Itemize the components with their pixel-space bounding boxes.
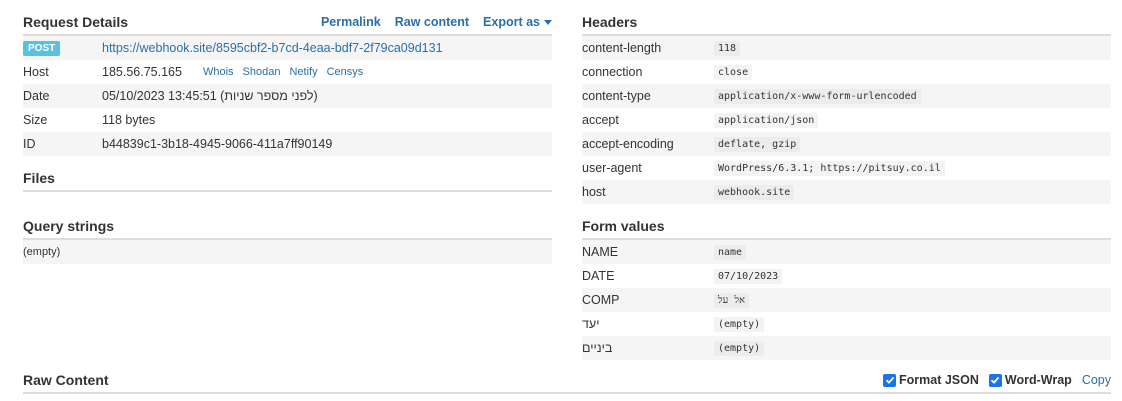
header-row: content-length 118 xyxy=(582,36,1111,60)
date-row: Date 05/10/2023 13:45:51 (לפני מספר שניו… xyxy=(23,84,552,108)
header-key: accept-encoding xyxy=(582,137,674,151)
headers-header: Headers xyxy=(582,10,1111,36)
query-strings-title: Query strings xyxy=(23,218,115,234)
date-value: 05/10/2023 13:45:51 (לפני מספר שניות) xyxy=(102,89,318,103)
method-cell: POST xyxy=(23,40,102,56)
header-value: application/x-www-form-urlencoded xyxy=(714,88,921,104)
host-value: 185.56.75.165 xyxy=(102,65,182,79)
id-value: b44839c1-3b18-4945-9066-411a7ff90149 xyxy=(102,137,333,151)
header-row: accept application/json xyxy=(582,108,1111,132)
header-key: content-length xyxy=(582,41,662,55)
netify-link[interactable]: Netify xyxy=(289,66,317,78)
format-json-label: Format JSON xyxy=(899,373,979,387)
query-strings-empty: (empty) xyxy=(23,240,552,264)
files-title: Files xyxy=(23,170,55,186)
request-details-header: Request Details Permalink Raw content Ex… xyxy=(23,10,552,36)
raw-content-controls: Format JSON Word-Wrap Copy xyxy=(883,373,1111,387)
host-label: Host xyxy=(23,65,49,79)
header-key: connection xyxy=(582,65,643,79)
form-value-value: name xyxy=(714,244,747,260)
request-details-title: Request Details xyxy=(23,14,129,30)
query-strings-header: Query strings xyxy=(23,214,552,240)
request-actions: Permalink Raw content Export as xyxy=(321,15,552,29)
chevron-down-icon xyxy=(544,20,552,26)
header-key: content-type xyxy=(582,89,651,103)
header-key: user-agent xyxy=(582,161,642,175)
form-value-key: NAME xyxy=(582,245,619,259)
form-value-key: COMP xyxy=(582,293,620,307)
export-as-dropdown[interactable]: Export as xyxy=(483,15,552,29)
header-row: host webhook.site xyxy=(582,180,1111,204)
checkbox-checked-icon[interactable] xyxy=(988,373,1002,387)
header-key: host xyxy=(582,185,606,199)
header-value: close xyxy=(714,64,753,80)
header-value: deflate, gzip xyxy=(714,136,801,152)
id-row: ID b44839c1-3b18-4945-9066-411a7ff90149 xyxy=(23,132,552,156)
form-value-row: ביניים (empty) xyxy=(582,336,1111,360)
form-value-value: 07/10/2023 xyxy=(714,268,783,284)
url-row: POST https://webhook.site/8595cbf2-b7cd-… xyxy=(23,36,552,60)
headers-title: Headers xyxy=(582,14,638,30)
left-panel: Request Details Permalink Raw content Ex… xyxy=(23,10,552,264)
form-values-title: Form values xyxy=(582,218,665,234)
raw-content-section: Raw Content Format JSON Word-Wrap Copy xyxy=(23,368,1111,394)
whois-link[interactable]: Whois xyxy=(203,66,234,78)
form-values-header: Form values xyxy=(582,214,1111,240)
header-value: 118 xyxy=(714,40,741,56)
header-key: accept xyxy=(582,113,619,127)
form-value-key: ביניים xyxy=(582,341,613,355)
size-row: Size 118 bytes xyxy=(23,108,552,132)
raw-content-title: Raw Content xyxy=(23,372,109,388)
censys-link[interactable]: Censys xyxy=(327,66,364,78)
format-json-toggle[interactable]: Format JSON xyxy=(883,373,979,387)
export-as-label: Export as xyxy=(483,15,540,29)
host-lookup-links: Whois Shodan Netify Censys xyxy=(203,66,363,78)
size-value: 118 bytes xyxy=(102,113,156,127)
header-row: accept-encoding deflate, gzip xyxy=(582,132,1111,156)
size-label: Size xyxy=(23,113,48,127)
header-value: webhook.site xyxy=(714,184,795,200)
shodan-link[interactable]: Shodan xyxy=(243,66,281,78)
raw-content-link[interactable]: Raw content xyxy=(395,15,469,29)
word-wrap-label: Word-Wrap xyxy=(1004,373,1072,387)
query-strings-section: Query strings (empty) xyxy=(23,214,552,264)
form-value-row: NAME name xyxy=(582,240,1111,264)
raw-content-header: Raw Content Format JSON Word-Wrap Copy xyxy=(23,368,1111,394)
host-row: Host 185.56.75.165 Whois Shodan Netify C… xyxy=(23,60,552,84)
form-value-key: DATE xyxy=(582,269,615,283)
id-label: ID xyxy=(23,137,36,151)
header-row: content-type application/x-www-form-urle… xyxy=(582,84,1111,108)
word-wrap-toggle[interactable]: Word-Wrap xyxy=(988,373,1072,387)
right-panel: Headers content-length 118 connection cl… xyxy=(582,10,1111,360)
date-label: Date xyxy=(23,89,50,103)
method-badge: POST xyxy=(23,41,61,56)
request-page: Request Details Permalink Raw content Ex… xyxy=(0,0,1122,401)
form-value-value: (empty) xyxy=(714,340,765,356)
copy-button[interactable]: Copy xyxy=(1082,373,1111,387)
form-value-row: COMP אל על xyxy=(582,288,1111,312)
request-url-link[interactable]: https://webhook.site/8595cbf2-b7cd-4eaa-… xyxy=(102,41,443,55)
form-value-value: (empty) xyxy=(714,316,765,332)
form-value-key: יעד xyxy=(582,317,600,331)
files-header: Files xyxy=(23,166,552,192)
checkbox-checked-icon[interactable] xyxy=(883,373,897,387)
header-row: user-agent WordPress/6.3.1; https://pits… xyxy=(582,156,1111,180)
header-value: application/json xyxy=(714,112,819,128)
form-value-value: אל על xyxy=(714,292,750,308)
header-row: connection close xyxy=(582,60,1111,84)
permalink-link[interactable]: Permalink xyxy=(321,15,381,29)
form-value-row: DATE 07/10/2023 xyxy=(582,264,1111,288)
form-value-row: יעד (empty) xyxy=(582,312,1111,336)
header-value: WordPress/6.3.1; https://pitsuy.co.il xyxy=(714,160,945,176)
files-section: Files xyxy=(23,166,552,192)
form-values-section: Form values NAME name DATE 07/10/2023 CO… xyxy=(582,214,1111,360)
